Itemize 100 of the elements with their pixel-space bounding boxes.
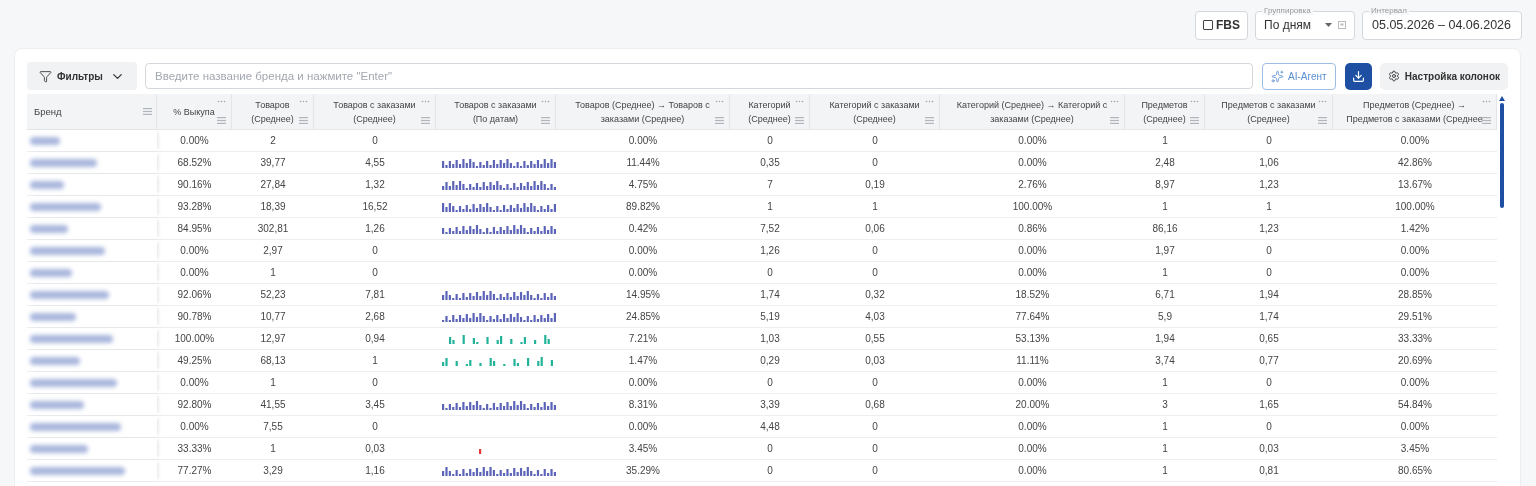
column-header[interactable]: Предметов с заказами (Среднее) bbox=[1209, 97, 1328, 126]
table-cell-text: 0.00% bbox=[1018, 134, 1047, 148]
table-cell-text: 28.85% bbox=[1398, 288, 1432, 302]
table-cell-text: 0.00% bbox=[628, 376, 658, 390]
table-cell-text: 0,03 bbox=[865, 354, 885, 368]
menu-icon[interactable] bbox=[143, 108, 152, 115]
table-cell-text: 0 bbox=[872, 244, 878, 258]
column-header[interactable]: Категорий (Среднее) bbox=[734, 97, 805, 126]
table-cell-text: 1 bbox=[767, 200, 773, 214]
column-header[interactable]: % Выкупа bbox=[161, 104, 227, 119]
filter-icon bbox=[39, 69, 52, 83]
table-cell-text: 68,13 bbox=[260, 354, 286, 368]
table-cell-text: 1.42% bbox=[1400, 222, 1430, 236]
column-header[interactable]: Товаров с заказами (По датам) bbox=[440, 97, 551, 126]
table-cell-text: 2.76% bbox=[1018, 178, 1047, 192]
table-cell-text: 3.45% bbox=[1400, 442, 1430, 456]
menu-icon[interactable] bbox=[1318, 117, 1327, 124]
column-settings-button[interactable]: Настройка колонок bbox=[1379, 62, 1508, 90]
column-header[interactable]: Предметов (Среднее) → Предметов с заказами (Среднее bbox=[1337, 97, 1492, 126]
table-cell-text: 18,39 bbox=[260, 200, 286, 214]
menu-icon[interactable] bbox=[715, 117, 724, 124]
column-header[interactable]: Категорий с заказами (Среднее) bbox=[814, 97, 935, 126]
menu-icon[interactable] bbox=[1110, 117, 1119, 124]
table-cell-text: 1 bbox=[1162, 266, 1168, 280]
table-cell-text: 29.51% bbox=[1398, 310, 1432, 324]
table-cell-text: 0.00% bbox=[628, 266, 658, 280]
grouping-select[interactable]: Группировка По дням bbox=[1255, 10, 1355, 40]
table-cell-text: 0,03 bbox=[365, 442, 385, 456]
table-cell-text: 7,55 bbox=[263, 420, 283, 434]
table-cell-text: 0.00% bbox=[1018, 244, 1047, 258]
ai-agent-button[interactable]: AI-Агент bbox=[1261, 62, 1336, 90]
download-button[interactable] bbox=[1344, 62, 1372, 90]
table-cell-text: 0.00% bbox=[1018, 156, 1047, 170]
table-cell-text: 1,94 bbox=[1155, 332, 1175, 346]
menu-icon[interactable] bbox=[1190, 117, 1199, 124]
table-cell-text: 6,71 bbox=[1155, 288, 1175, 302]
table-cell-text: 0.00% bbox=[628, 420, 658, 434]
fbs-checkbox[interactable]: FBS bbox=[1195, 10, 1248, 40]
table-cell-text: 16,52 bbox=[362, 200, 388, 214]
table-cell-text: 11.44% bbox=[626, 156, 660, 170]
table-cell-text: 0 bbox=[767, 376, 773, 390]
table-cell-text: 0.42% bbox=[628, 222, 658, 236]
table-cell-text: 14.95% bbox=[626, 288, 660, 302]
table-cell-text: 0,32 bbox=[865, 288, 885, 302]
table-cell-text: 1 bbox=[270, 266, 276, 280]
table-cell-text: 1.47% bbox=[628, 354, 658, 368]
column-header[interactable]: Товаров с заказами (Среднее) bbox=[318, 97, 431, 126]
table-cell-text: 1,16 bbox=[365, 464, 385, 478]
column-header[interactable]: Категорий (Среднее) → Категорий с заказами (Среднее) bbox=[944, 97, 1120, 126]
table-cell-text: 0 bbox=[372, 244, 378, 258]
table-cell-text: 4,48 bbox=[760, 420, 780, 434]
table-cell-text: 0 bbox=[872, 134, 878, 148]
table-cell-text: 8,97 bbox=[1155, 178, 1175, 192]
menu-icon[interactable] bbox=[299, 117, 308, 124]
column-header[interactable]: Товаров (Среднее) → Товаров с заказами (Среднее) bbox=[560, 97, 725, 126]
column-header[interactable]: Бренд bbox=[31, 104, 143, 119]
menu-icon[interactable] bbox=[421, 117, 430, 124]
table-cell-text: 1,94 bbox=[1259, 288, 1279, 302]
table-cell-text: 0.00% bbox=[1018, 266, 1047, 280]
table-cell-text: 1 bbox=[372, 354, 378, 368]
table-cell-text: 1,74 bbox=[1259, 310, 1279, 324]
table-cell-text: 10,77 bbox=[260, 310, 286, 324]
table-cell-text: 1,23 bbox=[1259, 222, 1279, 236]
table-cell-text: 1,97 bbox=[1155, 244, 1175, 258]
table-cell-text: 1 bbox=[270, 442, 276, 456]
table-cell-text: 100.00% bbox=[1012, 200, 1053, 214]
table-cell-text: 0.00% bbox=[1400, 266, 1430, 280]
menu-icon[interactable] bbox=[1482, 117, 1491, 124]
table-cell-text: 0 bbox=[372, 376, 378, 390]
table-cell-text: 4,03 bbox=[865, 310, 885, 324]
table-cell-text: 1 bbox=[872, 200, 878, 214]
table-cell-text: 1,32 bbox=[365, 178, 385, 192]
table-cell-text: 0,19 bbox=[865, 178, 885, 192]
column-header[interactable]: Предметов (Среднее) bbox=[1129, 97, 1200, 126]
menu-icon[interactable] bbox=[541, 117, 550, 124]
table-cell-text: 90.16% bbox=[177, 178, 212, 192]
scrollbar-thumb[interactable] bbox=[1500, 103, 1504, 208]
table-cell-text: 77.27% bbox=[177, 464, 212, 478]
table-cell-text: 0,68 bbox=[865, 398, 885, 412]
table-cell-text: 302,81 bbox=[257, 222, 289, 236]
table-cell-text: 77.64% bbox=[1015, 310, 1050, 324]
menu-icon[interactable] bbox=[217, 117, 226, 124]
interval-field[interactable]: Интервал 05.05.2026 – 04.06.2026 bbox=[1362, 10, 1522, 40]
table-cell-text: 0 bbox=[872, 376, 878, 390]
table-cell-text: 20.69% bbox=[1398, 354, 1432, 368]
table-cell-text: 4,55 bbox=[365, 156, 385, 170]
menu-icon[interactable] bbox=[925, 117, 934, 124]
table-cell-text: 0.00% bbox=[180, 244, 209, 258]
table-cell-text: 0 bbox=[372, 134, 378, 148]
grouping-label: Группировка bbox=[1262, 6, 1313, 15]
brand-search-field[interactable]: Введите название бренда и нажмите "Enter" bbox=[145, 63, 1253, 89]
table-cell-text: 92.06% bbox=[177, 288, 212, 302]
table-cell-text: 0.00% bbox=[1400, 376, 1430, 390]
table-cell-text: 0.00% bbox=[1018, 442, 1047, 456]
table-cell-text: 1,03 bbox=[760, 332, 780, 346]
scroll-up-icon[interactable] bbox=[1499, 96, 1505, 101]
filters-button[interactable]: Фильтры bbox=[27, 62, 137, 90]
menu-icon[interactable] bbox=[795, 117, 804, 124]
column-header[interactable]: Товаров (Среднее) bbox=[236, 97, 309, 126]
table-cell-text: 0 bbox=[872, 442, 878, 456]
